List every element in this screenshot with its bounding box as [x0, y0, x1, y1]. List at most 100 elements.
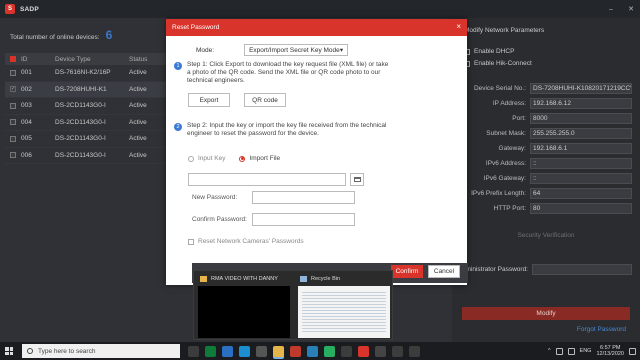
ipv6-gateway-input[interactable]: ::: [530, 172, 632, 184]
forgot-password-link[interactable]: Forgot Password: [577, 326, 626, 333]
port-input[interactable]: 8000: [530, 112, 632, 124]
task-view-icon[interactable]: [188, 345, 199, 357]
field-gateway: Gateway: 192.168.6.1: [452, 142, 640, 154]
ipv6-prefix-input[interactable]: 64: [530, 187, 632, 199]
field-admin-password: Administrator Password:: [452, 264, 640, 275]
notifications-icon[interactable]: [629, 347, 636, 355]
cell-id: 005: [21, 135, 32, 143]
input-key-option[interactable]: Input Key: [188, 155, 225, 162]
cell-id: 002: [21, 85, 32, 93]
app-red-icon[interactable]: [290, 345, 301, 357]
row-checkbox[interactable]: [10, 69, 16, 76]
dialog-title: Reset Password: [172, 24, 220, 31]
qr-code-button[interactable]: QR code: [244, 93, 286, 107]
taskbar-search[interactable]: Type here to search: [22, 344, 180, 358]
preview-rma-video[interactable]: RMA VIDEO WITH DANNY: [194, 271, 294, 341]
cell-status: Active: [129, 69, 147, 77]
confirm-button[interactable]: Confirm: [391, 265, 423, 278]
enable-hik-connect-option[interactable]: Enable Hik-Connect: [464, 60, 532, 67]
dialog-header: Reset Password ×: [166, 19, 467, 36]
preview-title: RMA VIDEO WITH DANNY: [211, 276, 278, 282]
subnet-mask-input[interactable]: 255.255.255.0: [530, 127, 632, 139]
cell-status: Active: [129, 151, 147, 159]
http-port-input[interactable]: 80: [530, 202, 632, 214]
input-key-label: Input Key: [198, 155, 226, 162]
field-ip-address: IP Address: 192.168.6.12: [452, 97, 640, 109]
col-status[interactable]: Status: [129, 56, 169, 63]
cell-id: 003: [21, 102, 32, 110]
preview-recycle-bin[interactable]: Recycle Bin: [294, 271, 394, 341]
step-1-badge: 1: [174, 62, 182, 70]
language-indicator[interactable]: ENG: [580, 348, 592, 354]
mode-label: Mode:: [196, 46, 215, 54]
chevron-up-icon[interactable]: ^: [548, 348, 551, 354]
import-file-radio[interactable]: [239, 155, 246, 162]
sadp-taskbar-icon[interactable]: [358, 345, 369, 357]
reset-cameras-option[interactable]: Reset Network Cameras' Passwords: [188, 238, 304, 245]
new-password-input[interactable]: [252, 191, 355, 204]
enable-hik-connect-label: Enable Hik-Connect: [474, 60, 532, 67]
admin-password-input[interactable]: [532, 264, 632, 275]
mail-icon[interactable]: [307, 345, 318, 357]
app-icon[interactable]: [256, 345, 267, 357]
network-icon[interactable]: [555, 347, 563, 355]
new-password-label: New Password:: [192, 194, 238, 201]
step-1-text: Step 1: Click Export to download the key…: [187, 61, 389, 84]
row-checkbox[interactable]: [10, 119, 16, 126]
cancel-button[interactable]: Cancel: [428, 265, 460, 278]
file-explorer-icon[interactable]: [273, 345, 284, 357]
close-window-icon[interactable]: ✕: [626, 4, 636, 14]
windows-logo-icon: [5, 347, 13, 355]
preview-image: [298, 286, 390, 338]
row-checkbox[interactable]: ✓: [10, 86, 16, 93]
start-button[interactable]: [0, 342, 18, 360]
confirm-password-row: Confirm Password:: [188, 213, 355, 226]
terminal-icon[interactable]: [375, 345, 386, 357]
row-checkbox[interactable]: [10, 152, 16, 159]
cell-device-type: DS-7616NI-K2/16P: [55, 69, 111, 77]
select-all-checkbox[interactable]: [10, 56, 16, 62]
col-device-type[interactable]: Device Type: [55, 56, 129, 63]
online-devices-count: 6: [105, 28, 113, 42]
step-2-text: Step 2: Input the key or import the key …: [187, 122, 387, 137]
wechat-icon[interactable]: [324, 345, 335, 357]
security-verification-heading: Security Verification: [517, 232, 575, 239]
cell-status: Active: [129, 135, 147, 143]
cell-device-type: DS-2CD1143G0-I: [55, 102, 106, 110]
ip-address-input[interactable]: 192.168.6.12: [530, 97, 632, 109]
reset-cameras-checkbox[interactable]: [188, 238, 194, 245]
enable-dhcp-option[interactable]: Enable DHCP: [464, 48, 514, 55]
mode-select[interactable]: Export/Import Secret Key Mode ▾: [244, 44, 349, 56]
reset-password-dialog: Reset Password × Mode: Export/Import Sec…: [166, 19, 467, 285]
step-2: 2 Step 2: Input the key or import the ke…: [174, 122, 393, 138]
app-blue-icon[interactable]: [222, 345, 233, 357]
row-checkbox[interactable]: [10, 135, 16, 142]
gateway-input[interactable]: 192.168.6.1: [530, 142, 632, 154]
export-button[interactable]: Export: [188, 93, 230, 107]
modify-button[interactable]: Modify: [462, 307, 630, 320]
system-tray: ^ ENG 6:57 PM 12/13/2020: [548, 342, 640, 360]
app-misc-icon[interactable]: [409, 345, 420, 357]
new-password-row: New Password:: [188, 191, 355, 204]
edge-icon[interactable]: [239, 345, 250, 357]
app-green-icon[interactable]: [205, 345, 216, 357]
clock-date: 12/13/2020: [596, 351, 624, 357]
app-misc-icon[interactable]: [392, 345, 403, 357]
ipv6-address-input[interactable]: ::: [530, 157, 632, 169]
app-dark-icon[interactable]: [341, 345, 352, 357]
input-key-radio[interactable]: [188, 155, 194, 162]
clock[interactable]: 6:57 PM 12/13/2020: [596, 345, 624, 357]
row-checkbox[interactable]: [10, 102, 16, 109]
step-2-badge: 2: [174, 123, 182, 131]
sadp-app-icon: S: [5, 4, 15, 14]
field-ipv6-gateway: IPv6 Gateway: ::: [452, 172, 640, 184]
import-file-option[interactable]: Import File: [239, 155, 280, 162]
serial-no-input[interactable]: DS-7208HUHI-K10820171219CCW: [530, 82, 632, 94]
volume-icon[interactable]: [567, 347, 575, 355]
minimize-icon[interactable]: –: [606, 4, 616, 14]
key-file-path-input[interactable]: [188, 173, 346, 186]
browse-file-button[interactable]: [350, 173, 364, 186]
dialog-close-icon[interactable]: ×: [456, 22, 461, 31]
col-id[interactable]: ID: [21, 56, 55, 63]
confirm-password-input[interactable]: [252, 213, 355, 226]
